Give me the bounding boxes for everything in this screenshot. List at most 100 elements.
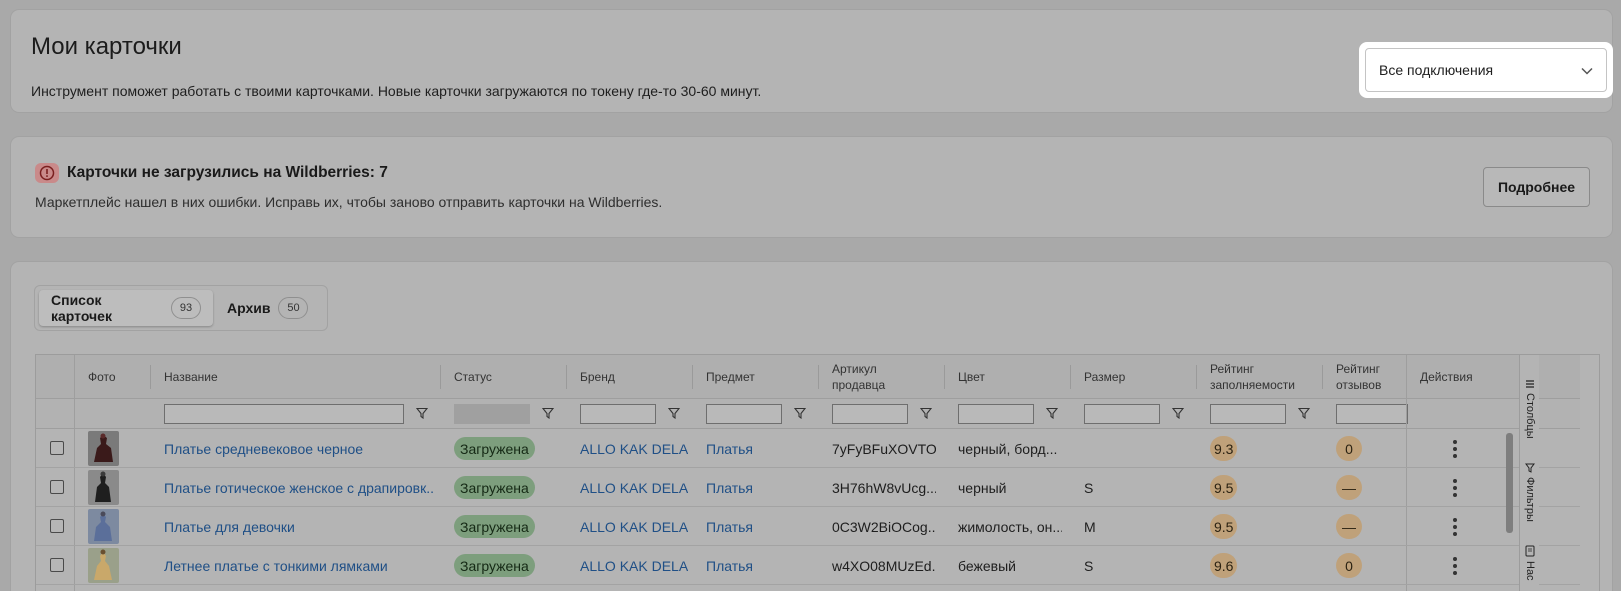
more-actions-icon[interactable] [1453, 518, 1457, 536]
product-name-link[interactable]: Платье готическое женское с драпировк... [164, 468, 434, 507]
filter-icon[interactable] [542, 407, 554, 419]
column-header-status[interactable]: Статус [442, 355, 492, 399]
more-actions-icon[interactable] [1453, 440, 1457, 458]
column-header-brand[interactable]: Бренд [568, 355, 615, 399]
row-checkbox[interactable] [50, 558, 64, 572]
column-header-actions: Действия [1420, 370, 1473, 384]
brand-link[interactable]: ALLO KAK DELA [580, 546, 688, 585]
row-checkbox[interactable] [50, 519, 64, 533]
filter-icon[interactable] [1172, 407, 1184, 419]
side-tab-settings[interactable]: Нас [1520, 545, 1540, 581]
size-cell: M [1084, 518, 1096, 535]
upload-error-alert: Карточки не загрузились на Wildberries: … [11, 137, 1612, 237]
connection-select[interactable]: Все подключения [1365, 48, 1607, 92]
side-tab-label: Фильтры [1524, 477, 1536, 522]
more-actions-icon[interactable] [1453, 479, 1457, 497]
alert-description: Маркетплейс нашел в них ошибки. Исправь … [35, 194, 663, 210]
fill-rating-badge: 9.3 [1210, 436, 1238, 461]
tab-archive[interactable]: Архив 50 [215, 290, 320, 326]
column-header-size[interactable]: Размер [1072, 355, 1125, 399]
product-photo[interactable] [88, 548, 119, 583]
page-title: Мои карточки [31, 33, 182, 60]
brand-link[interactable]: ALLO KAK DELA [580, 429, 688, 468]
column-separator[interactable] [1322, 365, 1323, 389]
side-tab-label: Нас [1524, 561, 1536, 581]
table-row[interactable]: Платье для девочки Загружена ALLO KAK DE… [36, 507, 1580, 546]
filter-icon [1525, 463, 1535, 473]
settings-icon [1525, 545, 1535, 557]
article-cell: 0C3W2BiOCog... [832, 518, 936, 535]
subject-link[interactable]: Платья [706, 507, 753, 546]
filter-name-input[interactable] [164, 404, 404, 424]
product-photo[interactable] [88, 509, 119, 544]
product-name-link[interactable]: Платье средневековое черное [164, 429, 434, 468]
tab-card-list[interactable]: Список карточек 93 [39, 290, 213, 326]
row-checkbox[interactable] [50, 441, 64, 455]
vertical-scrollbar[interactable] [1506, 433, 1513, 533]
review-rating-badge: 0 [1336, 436, 1362, 461]
cards-panel: Список карточек 93 Архив 50 Фото Названи… [11, 262, 1612, 591]
error-icon [35, 163, 59, 183]
filter-review-rating-input[interactable] [1336, 404, 1408, 424]
column-separator[interactable] [1196, 365, 1197, 389]
column-separator[interactable] [692, 365, 693, 389]
filter-subject-input[interactable] [706, 404, 782, 424]
table-row[interactable]: Платье средневековое черное Загружена AL… [36, 429, 1580, 468]
filter-icon[interactable] [416, 407, 428, 419]
filter-row [36, 399, 1580, 429]
filter-icon[interactable] [668, 407, 680, 419]
more-actions-icon[interactable] [1453, 557, 1457, 575]
details-button[interactable]: Подробнее [1483, 167, 1590, 207]
side-tab-columns[interactable]: Столбцы [1520, 379, 1540, 439]
filter-article-input[interactable] [832, 404, 908, 424]
product-name-link[interactable]: Платье для девочки [164, 507, 434, 546]
filter-icon[interactable] [794, 407, 806, 419]
table-row[interactable]: Летнее платье с тонкими лямками Загружен… [36, 546, 1580, 585]
column-separator[interactable] [818, 365, 819, 389]
filter-status-select[interactable] [454, 404, 530, 424]
fill-rating-badge: 9.5 [1210, 475, 1238, 500]
side-tab-label: Столбцы [1524, 393, 1536, 439]
column-header-fill-rating[interactable]: Рейтинг заполняемости [1198, 355, 1308, 399]
product-name-link[interactable]: Летнее платье с тонкими лямками [164, 546, 434, 585]
product-photo[interactable] [88, 470, 119, 505]
column-header-subject[interactable]: Предмет [694, 355, 755, 399]
color-cell: жимолость, он... [958, 518, 1062, 535]
side-tab-filters[interactable]: Фильтры [1520, 463, 1540, 522]
column-header-color[interactable]: Цвет [946, 355, 985, 399]
side-tool-panel: Столбцы Фильтры Нас [1519, 355, 1539, 591]
subject-link[interactable]: Платья [706, 468, 753, 507]
chevron-down-icon [1581, 67, 1593, 75]
tab-label: Архив [227, 300, 271, 316]
page-header: Мои карточки Инструмент поможет работать… [11, 10, 1613, 112]
article-cell: 3H76hW8vUcg... [832, 479, 936, 496]
subject-link[interactable]: Платья [706, 429, 753, 468]
column-separator[interactable] [1070, 365, 1071, 389]
row-checkbox[interactable] [50, 480, 64, 494]
filter-brand-input[interactable] [580, 404, 656, 424]
filter-fill-rating-input[interactable] [1210, 404, 1286, 424]
color-cell: черный, борд... [958, 440, 1058, 457]
column-separator[interactable] [566, 365, 567, 389]
filter-icon[interactable] [1298, 407, 1310, 419]
connection-select-value: Все подключения [1379, 62, 1494, 78]
filter-color-input[interactable] [958, 404, 1034, 424]
filter-icon[interactable] [1046, 407, 1058, 419]
product-photo[interactable] [88, 431, 119, 466]
column-separator[interactable] [150, 365, 151, 389]
column-separator[interactable] [944, 365, 945, 389]
subject-link[interactable]: Платья [706, 546, 753, 585]
table-row[interactable]: Платье готическое женское с драпировк...… [36, 468, 1580, 507]
filter-icon[interactable] [920, 407, 932, 419]
column-header-name[interactable]: Название [152, 355, 218, 399]
brand-link[interactable]: ALLO KAK DELA [580, 468, 688, 507]
brand-link[interactable]: ALLO KAK DELA [580, 507, 688, 546]
filter-size-input[interactable] [1084, 404, 1160, 424]
tab-group: Список карточек 93 Архив 50 [34, 285, 328, 331]
columns-icon [1526, 380, 1534, 388]
column-header-review-rating[interactable]: Рейтинг отзывов [1324, 355, 1404, 399]
cards-table: Фото Название Статус Бренд Предмет Артик… [35, 354, 1600, 591]
column-header-article[interactable]: Артикул продавца [820, 355, 930, 399]
column-header-photo[interactable]: Фото [76, 355, 116, 399]
column-separator[interactable] [440, 365, 441, 389]
